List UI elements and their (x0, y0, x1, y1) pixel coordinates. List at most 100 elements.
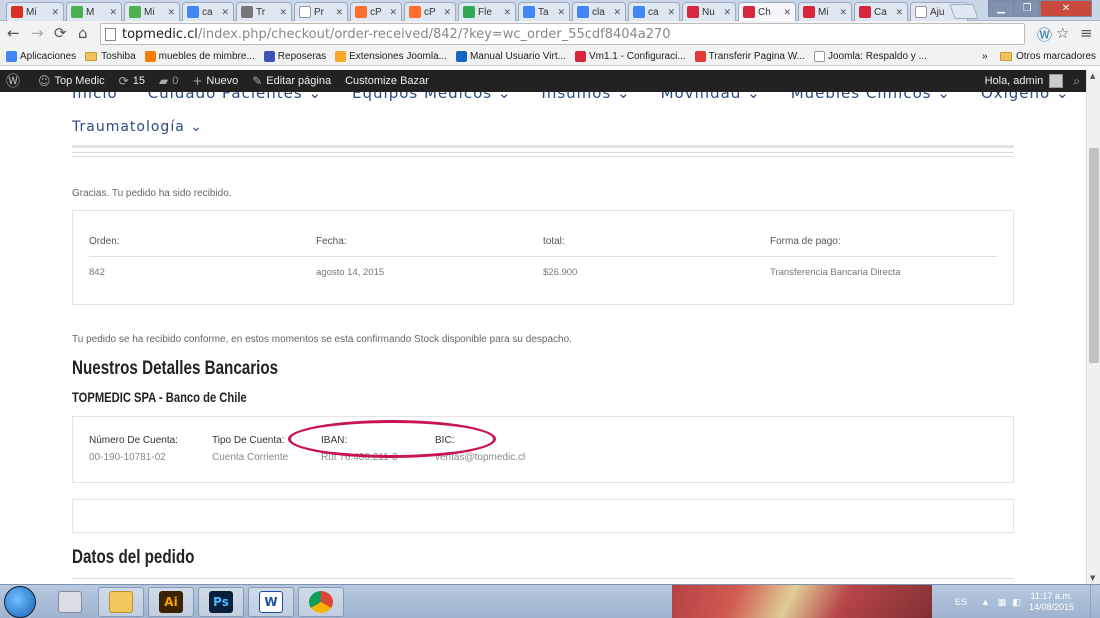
close-tab-icon[interactable]: ✕ (335, 7, 343, 18)
close-tab-icon[interactable]: ✕ (613, 7, 621, 18)
site-menu-item[interactable]: Insumos ⌄ (541, 92, 630, 102)
site-menu-item[interactable]: Equipos Médicos ⌄ (352, 92, 511, 102)
taskbar-word[interactable]: W (248, 587, 294, 617)
taskbar-chrome[interactable] (298, 587, 344, 617)
bookmark-item[interactable]: Transferir Pagina W... (694, 50, 805, 62)
close-window-button[interactable]: ✕ (1040, 0, 1092, 17)
forward-icon[interactable]: → (31, 25, 44, 41)
tab-title: Mi (144, 6, 155, 18)
taskbar-photoshop[interactable]: Ps (198, 587, 244, 617)
browser-tab[interactable]: Ca ✕ (854, 2, 908, 21)
clock[interactable]: 11:17 a.m. 14/08/2015 (1029, 591, 1074, 613)
admin-updates[interactable]: ⟳ 15 (119, 74, 145, 88)
close-tab-icon[interactable]: ✕ (221, 7, 229, 18)
close-tab-icon[interactable]: ✕ (109, 7, 117, 18)
address-bar[interactable]: topmedic.cl/index.php/checkout/order-rec… (100, 23, 1025, 45)
close-tab-icon[interactable]: ✕ (167, 7, 175, 18)
site-menu-item[interactable]: Muebles Clínicos ⌄ (791, 92, 951, 102)
close-tab-icon[interactable]: ✕ (895, 7, 903, 18)
bookmark-label: Toshiba (101, 50, 136, 62)
wordpress-logo-icon[interactable]: Ⓦ (6, 71, 24, 91)
bookmark-item[interactable]: Toshiba (85, 50, 136, 62)
volume-icon[interactable]: ◧ (1012, 597, 1021, 608)
start-button[interactable] (4, 586, 36, 618)
browser-tab[interactable]: ca ✕ (628, 2, 680, 21)
search-icon[interactable]: ⌕ (1073, 74, 1080, 89)
divider (89, 256, 997, 257)
bookmark-item[interactable]: Extensiones Joomla... (335, 50, 447, 62)
updates-count: 15 (132, 75, 145, 87)
browser-tab[interactable]: Fle ✕ (458, 2, 516, 21)
browser-tab[interactable]: M ✕ (66, 2, 122, 21)
browser-tab[interactable]: cP ✕ (404, 2, 456, 21)
close-tab-icon[interactable]: ✕ (503, 7, 511, 18)
browser-tab[interactable]: Ch ✕ (738, 2, 796, 21)
minimize-button[interactable]: ▁ (988, 0, 1014, 17)
home-icon[interactable]: ⌂ (78, 25, 88, 41)
bookmark-item[interactable]: Manual Usuario Virt... (455, 50, 566, 62)
scroll-down-icon[interactable]: ▼ (1090, 574, 1095, 582)
reload-icon[interactable]: ⟳ (54, 25, 67, 41)
close-tab-icon[interactable]: ✕ (389, 7, 397, 18)
browser-tab[interactable]: Mi ✕ (6, 2, 64, 21)
browser-tab[interactable]: cla ✕ (572, 2, 626, 21)
admin-customize[interactable]: Customize Bazar (345, 75, 429, 87)
site-menu-item[interactable]: Inicio (72, 92, 118, 102)
menu-item-traumatologia[interactable]: Traumatología ⌄ (72, 119, 203, 135)
taskbar-calculator[interactable] (50, 587, 90, 617)
bookmark-item[interactable]: Vm1.1 - Configuraci... (574, 50, 686, 62)
scrollbar-thumb[interactable] (1089, 148, 1099, 363)
docs-icon (523, 6, 535, 18)
browser-tab[interactable]: Mi ✕ (798, 2, 852, 21)
page-scrollbar[interactable]: ▲ ▼ (1086, 70, 1100, 584)
new-tab-button[interactable] (949, 4, 979, 19)
desktop-wallpaper-strip (672, 585, 932, 618)
site-menu-item[interactable]: Cuidado Pacientes ⌄ (148, 92, 322, 102)
maximize-button[interactable]: ❐ (1014, 0, 1040, 17)
bookmark-item[interactable]: Joomla: Respaldo y ... (813, 50, 927, 62)
site-menu-item[interactable]: Oxígeno ⌄ (981, 92, 1070, 102)
admin-new[interactable]: + Nuevo (192, 74, 238, 88)
browser-tab[interactable]: Tr ✕ (236, 2, 292, 21)
admin-edit-page[interactable]: ✎ Editar página (252, 74, 331, 88)
other-bookmarks[interactable]: Otros marcadores (1000, 51, 1096, 62)
back-icon[interactable]: ← (7, 25, 20, 41)
close-tab-icon[interactable]: ✕ (723, 7, 731, 18)
show-desktop-button[interactable] (1090, 585, 1100, 618)
close-tab-icon[interactable]: ✕ (51, 7, 59, 18)
browser-tab[interactable]: cP ✕ (350, 2, 402, 21)
admin-site-name[interactable]: ☺ Top Medic (38, 74, 105, 88)
bookmark-item[interactable]: Reposeras (263, 50, 326, 62)
admin-comments[interactable]: ▰ 0 (159, 74, 178, 88)
menu-icon[interactable]: ≡ (1080, 24, 1093, 42)
wp-admin-bar: Ⓦ ☺ Top Medic ⟳ 15 ▰ 0 + Nuevo ✎ Editar págin… (0, 70, 1086, 92)
network-icon[interactable]: ▦ (998, 597, 1007, 608)
browser-tab[interactable]: ca ✕ (182, 2, 234, 21)
close-tab-icon[interactable]: ✕ (443, 7, 451, 18)
close-tab-icon[interactable]: ✕ (279, 7, 287, 18)
page-info-icon[interactable] (105, 27, 116, 41)
bookmark-item[interactable]: muebles de mimbre... (144, 50, 255, 62)
admin-account[interactable]: Hola, admin ⌕ (985, 70, 1080, 92)
bookmark-item[interactable]: Aplicaciones (6, 50, 76, 62)
tray-expand-icon[interactable]: ▲ (981, 597, 990, 607)
wordpress-extension-icon[interactable]: Ⓦ (1037, 24, 1052, 45)
browser-tab[interactable]: Pr ✕ (294, 2, 348, 21)
close-tab-icon[interactable]: ✕ (839, 7, 847, 18)
pencil-icon: ✎ (252, 74, 263, 88)
browser-toolbar: ← → ⟳ ⌂ topmedic.cl/index.php/checkout/o… (0, 21, 1100, 47)
taskbar-illustrator[interactable]: Ai (148, 587, 194, 617)
site-menu-item[interactable]: Movilidad ⌄ (661, 92, 761, 102)
browser-tab[interactable]: Nu ✕ (682, 2, 736, 21)
browser-tab[interactable]: Mi ✕ (124, 2, 180, 21)
close-tab-icon[interactable]: ✕ (557, 7, 565, 18)
order-total: $26.900 (543, 267, 578, 278)
taskbar-explorer[interactable] (98, 587, 144, 617)
close-tab-icon[interactable]: ✕ (783, 7, 791, 18)
language-indicator[interactable]: ES (955, 597, 967, 607)
browser-tab[interactable]: Ta ✕ (518, 2, 570, 21)
bookmark-star-icon[interactable]: ☆ (1056, 24, 1069, 42)
scroll-up-icon[interactable]: ▲ (1090, 72, 1095, 80)
more-bookmarks-button[interactable]: » (982, 51, 988, 62)
close-tab-icon[interactable]: ✕ (667, 7, 675, 18)
